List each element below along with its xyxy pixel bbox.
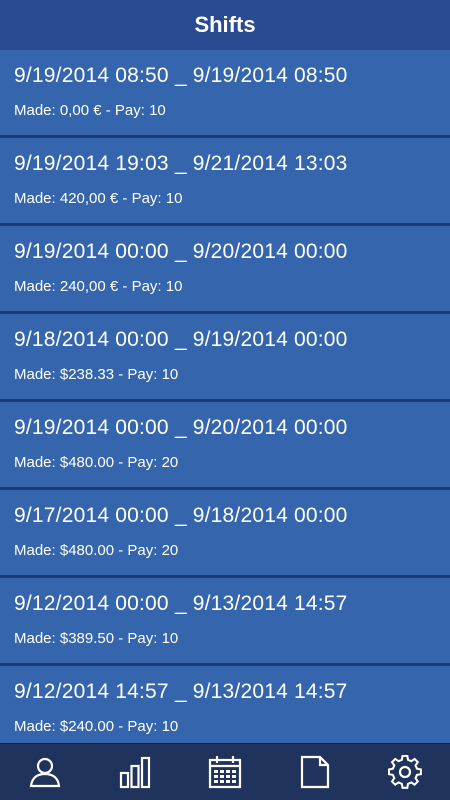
- shift-row[interactable]: 9/19/2014 08:50 _ 9/19/2014 08:50 Made: …: [0, 50, 450, 135]
- tab-statistics[interactable]: [105, 744, 165, 800]
- tab-profile[interactable]: [15, 744, 75, 800]
- shift-earnings: Made: $480.00 - Pay: 20: [14, 542, 179, 559]
- shift-list[interactable]: 9/19/2014 08:50 _ 9/19/2014 08:50 Made: …: [0, 50, 450, 744]
- tab-calendar[interactable]: [195, 744, 255, 800]
- shift-range: 9/17/2014 00:00 _ 9/18/2014 00:00: [14, 504, 348, 527]
- shift-row[interactable]: 9/12/2014 14:57 _ 9/13/2014 14:57 Made: …: [0, 666, 450, 744]
- shift-range: 9/12/2014 00:00 _ 9/13/2014 14:57: [14, 592, 348, 615]
- shift-row[interactable]: 9/12/2014 00:00 _ 9/13/2014 14:57 Made: …: [0, 578, 450, 663]
- shift-row[interactable]: 9/19/2014 19:03 _ 9/21/2014 13:03 Made: …: [0, 138, 450, 223]
- shift-range: 9/19/2014 08:50 _ 9/19/2014 08:50: [14, 64, 348, 87]
- page-title: Shifts: [194, 12, 256, 37]
- shift-earnings: Made: $480.00 - Pay: 20: [14, 454, 179, 471]
- bottom-tab-bar: [0, 743, 450, 800]
- shift-row[interactable]: 9/18/2014 00:00 _ 9/19/2014 00:00 Made: …: [0, 314, 450, 399]
- shift-earnings: Made: 0,00 € - Pay: 10: [14, 102, 166, 119]
- calendar-icon: [208, 756, 242, 789]
- shift-earnings: Made: $389.50 - Pay: 10: [14, 630, 179, 647]
- tab-settings[interactable]: [375, 744, 435, 800]
- shift-row[interactable]: 9/19/2014 00:00 _ 9/20/2014 00:00 Made: …: [0, 226, 450, 311]
- bar-chart-icon: [119, 756, 151, 789]
- shift-range: 9/12/2014 14:57 _ 9/13/2014 14:57: [14, 680, 348, 703]
- shift-earnings: Made: $240.00 - Pay: 10: [14, 718, 179, 735]
- gear-icon: [388, 755, 422, 789]
- document-icon: [300, 755, 330, 789]
- shift-range: 9/19/2014 00:00 _ 9/20/2014 00:00: [14, 240, 348, 263]
- shift-range: 9/19/2014 19:03 _ 9/21/2014 13:03: [14, 152, 348, 175]
- shift-range: 9/18/2014 00:00 _ 9/19/2014 00:00: [14, 328, 348, 351]
- shift-earnings: Made: 420,00 € - Pay: 10: [14, 190, 183, 207]
- person-icon: [29, 757, 61, 788]
- app-header: Shifts: [0, 0, 450, 50]
- tab-reports[interactable]: [285, 744, 345, 800]
- shift-row[interactable]: 9/19/2014 00:00 _ 9/20/2014 00:00 Made: …: [0, 402, 450, 487]
- shift-earnings: Made: 240,00 € - Pay: 10: [14, 278, 183, 295]
- shift-range: 9/19/2014 00:00 _ 9/20/2014 00:00: [14, 416, 348, 439]
- shift-row[interactable]: 9/17/2014 00:00 _ 9/18/2014 00:00 Made: …: [0, 490, 450, 575]
- shift-earnings: Made: $238.33 - Pay: 10: [14, 366, 179, 383]
